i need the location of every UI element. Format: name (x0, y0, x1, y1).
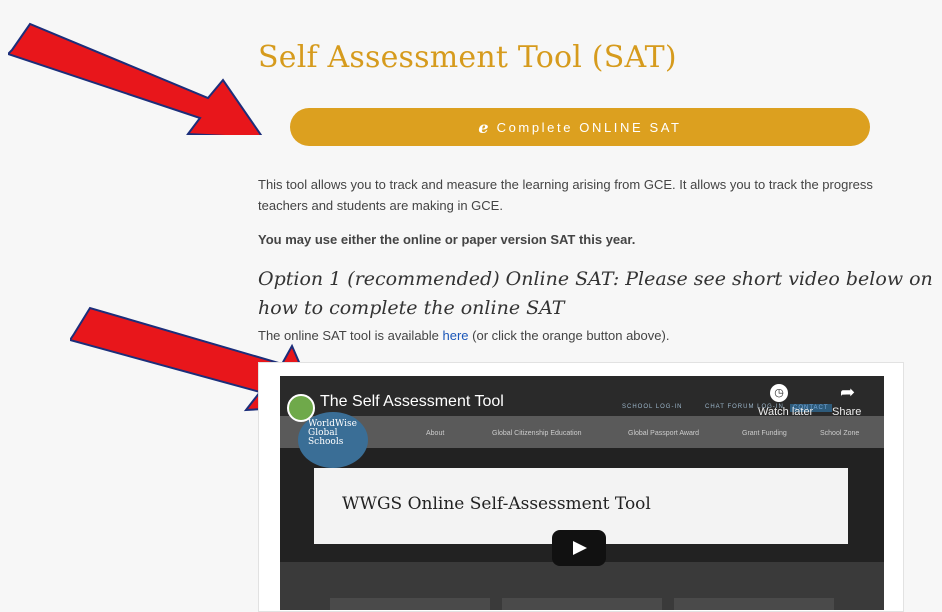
availability-text: The online SAT tool is available here (o… (258, 328, 669, 343)
play-button[interactable] (552, 530, 606, 566)
logo-line-3: Schools (308, 437, 344, 447)
video-card-title: WWGS Online Self-Assessment Tool (342, 494, 651, 514)
menu-passport: Global Passport Award (628, 430, 700, 437)
video-title[interactable]: The Self Assessment Tool (320, 393, 504, 411)
menu-grant: Grant Funding (742, 430, 787, 437)
school-login-link: SCHOOL LOG-IN (622, 404, 683, 410)
clock-icon[interactable]: ◷ (770, 384, 788, 402)
watch-later-label[interactable]: Watch later (758, 406, 813, 418)
page: Self Assessment Tool (SAT) e Complete ON… (0, 0, 942, 612)
version-note: You may use either the online or paper v… (258, 232, 636, 247)
page-title: Self Assessment Tool (SAT) (258, 40, 677, 75)
menu-about: About (426, 430, 445, 437)
intro-text: This tool allows you to track and measur… (258, 177, 873, 213)
share-label[interactable]: Share (832, 406, 861, 418)
availability-before: The online SAT tool is available (258, 328, 443, 343)
here-link[interactable]: here (443, 328, 469, 343)
bottom-tile (674, 598, 834, 610)
availability-after: (or click the orange button above). (468, 328, 670, 343)
video-player[interactable]: The Self Assessment Tool SCHOOL LOG-IN C… (280, 376, 884, 610)
internet-explorer-icon: e (478, 117, 489, 137)
bottom-tile (502, 598, 662, 610)
red-arrow-top (8, 22, 263, 135)
complete-online-sat-button[interactable]: e Complete ONLINE SAT (290, 108, 870, 146)
bottom-tile (330, 598, 490, 610)
worldwise-logo: WorldWise Global Schools (298, 412, 368, 468)
menu-gce: Global Citizenship Education (492, 430, 582, 437)
menu-school-zone: School Zone (820, 430, 860, 437)
option-heading: Option 1 (recommended) Online SAT: Pleas… (258, 268, 933, 319)
share-icon[interactable]: ➦ (840, 382, 855, 403)
cta-label: Complete ONLINE SAT (496, 119, 682, 135)
